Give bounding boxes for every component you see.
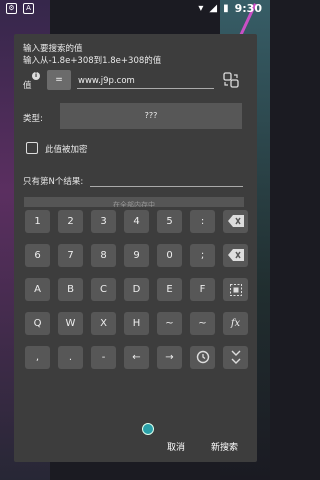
status-bar: ⚙ A ▾ ◢ ▮ 9:30	[0, 0, 270, 18]
collapse-icon[interactable]	[223, 346, 248, 369]
value-label: 值	[23, 81, 32, 91]
select-all-icon[interactable]	[223, 278, 248, 301]
key-minus[interactable]: -	[91, 346, 116, 369]
wifi-icon: ▾	[198, 3, 204, 14]
keyboard-drag-handle[interactable]	[142, 423, 154, 435]
signal-icon: ◢	[209, 3, 218, 14]
nth-result-label: 只有第N个结果:	[23, 177, 84, 187]
converter-icon[interactable]	[222, 71, 240, 89]
clear-icon[interactable]	[223, 244, 248, 267]
key-W[interactable]: W	[58, 312, 83, 335]
key-1[interactable]: 1	[25, 210, 50, 233]
backspace-icon[interactable]	[223, 210, 248, 233]
value-input[interactable]: www.j9p.com	[77, 74, 214, 89]
fx-icon[interactable]: fx	[223, 312, 248, 335]
key-B[interactable]: B	[58, 278, 83, 301]
cancel-button[interactable]: 取消	[167, 440, 185, 453]
key-comma[interactable]: ,	[25, 346, 50, 369]
key-8[interactable]: 8	[91, 244, 116, 267]
key-4[interactable]: 4	[124, 210, 149, 233]
battery-icon: ▮	[223, 3, 229, 14]
key-H[interactable]: H	[124, 312, 149, 335]
dialog-range-hint: 输入从-1.8e+308到1.8e+308的值	[23, 56, 162, 66]
info-icon[interactable]: i	[32, 72, 40, 80]
key-A[interactable]: A	[25, 278, 50, 301]
type-select[interactable]: ???	[60, 103, 242, 129]
clock: 9:30	[234, 2, 262, 15]
key-2[interactable]: 2	[58, 210, 83, 233]
operator-button[interactable]: =	[47, 70, 71, 90]
key-6[interactable]: 6	[25, 244, 50, 267]
encrypted-label[interactable]: 此值被加密	[45, 143, 88, 155]
settings-notification-icon: ⚙	[6, 3, 17, 14]
type-label: 类型:	[23, 114, 43, 124]
left-arrow-icon[interactable]: ←	[124, 346, 149, 369]
memory-range-button[interactable]: 在全部内存中	[24, 197, 244, 207]
key-tilde-2[interactable]: ~	[190, 312, 215, 335]
app-a-icon: A	[23, 3, 34, 14]
key-semicolon[interactable]: ;	[190, 244, 215, 267]
key-C[interactable]: C	[91, 278, 116, 301]
key-3[interactable]: 3	[91, 210, 116, 233]
dialog-title: 输入要搜索的值	[23, 44, 83, 54]
key-9[interactable]: 9	[124, 244, 149, 267]
key-colon[interactable]: :	[190, 210, 215, 233]
key-5[interactable]: 5	[157, 210, 182, 233]
key-tilde[interactable]: ~	[157, 312, 182, 335]
key-X[interactable]: X	[91, 312, 116, 335]
key-7[interactable]: 7	[58, 244, 83, 267]
history-icon[interactable]	[190, 346, 215, 369]
search-dialog: 输入要搜索的值 输入从-1.8e+308到1.8e+308的值 值 i = ww…	[14, 34, 257, 462]
key-F[interactable]: F	[190, 278, 215, 301]
key-0[interactable]: 0	[157, 244, 182, 267]
key-period[interactable]: .	[58, 346, 83, 369]
encrypted-checkbox[interactable]	[26, 142, 38, 154]
nth-result-input[interactable]	[90, 174, 243, 187]
key-E[interactable]: E	[157, 278, 182, 301]
key-D[interactable]: D	[124, 278, 149, 301]
key-Q[interactable]: Q	[25, 312, 50, 335]
right-arrow-icon[interactable]: →	[157, 346, 182, 369]
new-search-button[interactable]: 新搜索	[211, 440, 238, 453]
